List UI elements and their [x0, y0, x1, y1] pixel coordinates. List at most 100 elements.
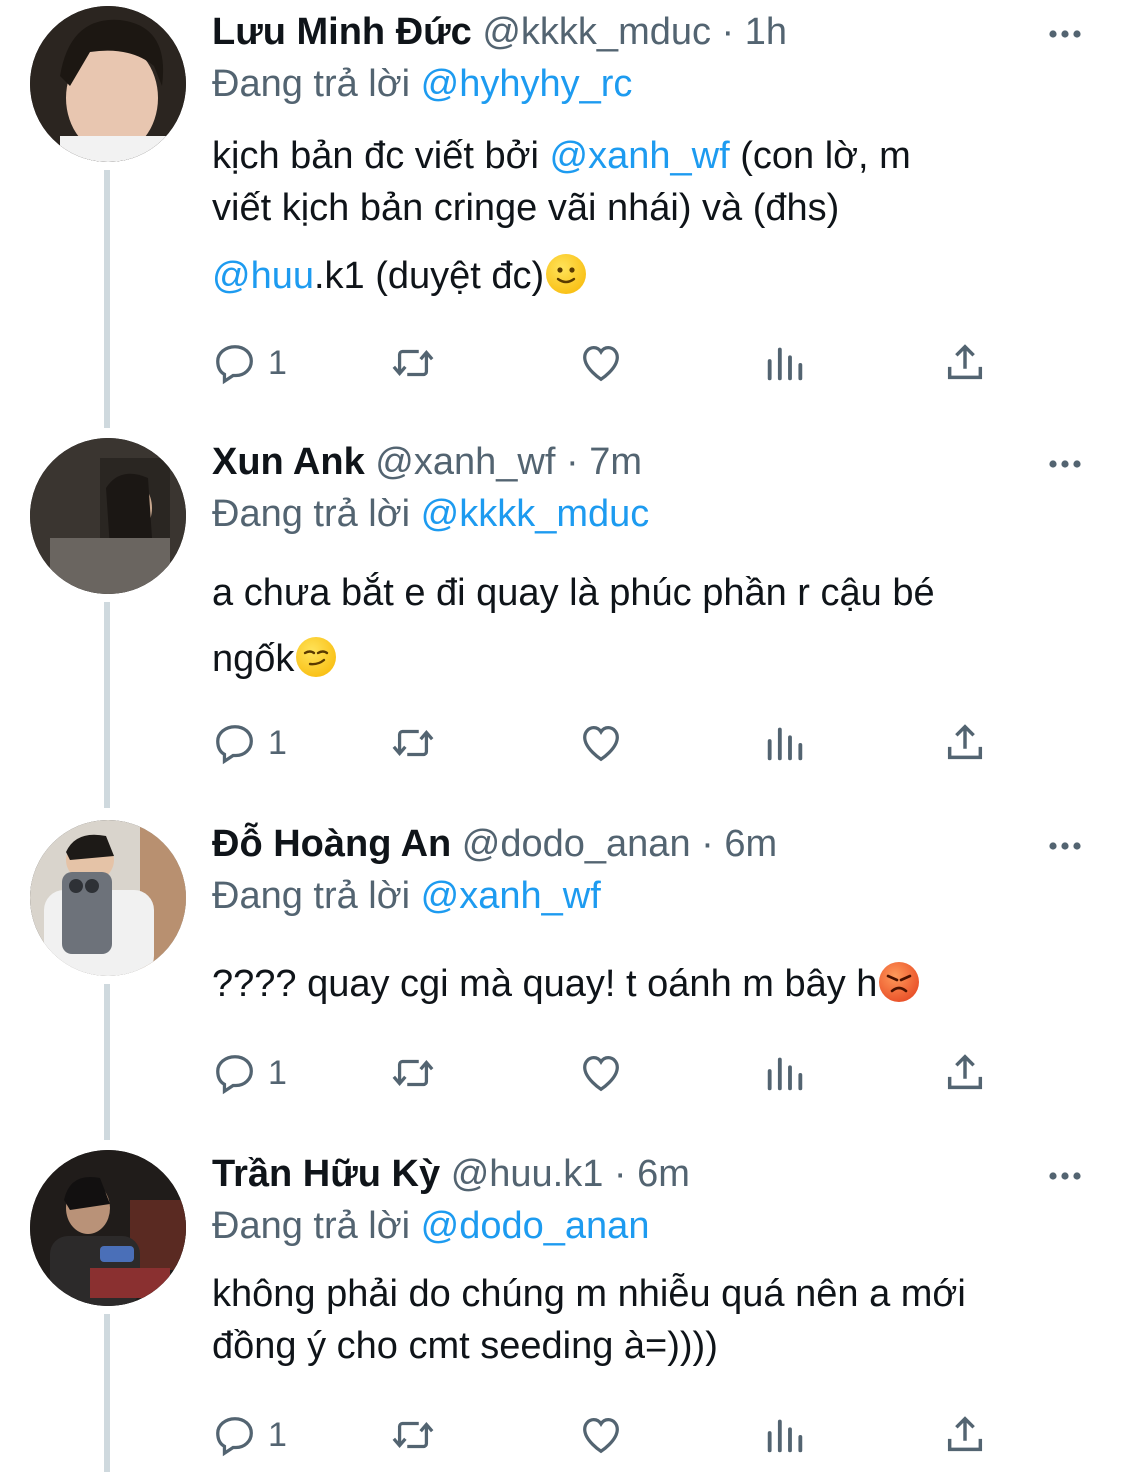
tweet[interactable]: Đỗ Hoàng An @dodo_anan · 6m Đang trả lời…	[0, 812, 1125, 1142]
retweet-button[interactable]	[390, 1410, 436, 1460]
mention-link[interactable]: @hyhyhy_rc	[421, 63, 633, 105]
tweet-actions: 1	[212, 1048, 1002, 1098]
reply-icon	[216, 725, 253, 765]
text-line: viết kịch bản cringe vãi nhái) và (đhs)	[212, 187, 840, 229]
handle[interactable]: @dodo_anan	[462, 823, 691, 865]
timestamp[interactable]: 6m	[724, 823, 777, 865]
display-name[interactable]: Đỗ Hoàng An	[212, 823, 451, 865]
replying-to-label: Đang trả lời	[212, 63, 421, 105]
share-button[interactable]	[942, 1410, 988, 1460]
more-icon[interactable]	[1045, 826, 1085, 866]
replying-to-label: Đang trả lời	[212, 875, 421, 917]
like-icon	[583, 1056, 619, 1092]
slightly-smiling-face-icon	[546, 254, 587, 294]
views-icon	[767, 347, 803, 381]
tweet[interactable]: Trần Hữu Kỳ @huu.k1 · 6m Đang trả lời @d…	[0, 1142, 1125, 1472]
views-icon	[767, 1057, 803, 1091]
like-icon	[583, 1418, 619, 1454]
share-icon	[947, 1416, 983, 1452]
retweet-button[interactable]	[390, 338, 436, 388]
retweet-icon	[392, 349, 434, 377]
timestamp[interactable]: 7m	[589, 441, 642, 483]
replying-to: Đang trả lời @xanh_wf	[212, 874, 601, 918]
text-segment: (con lờ, m	[729, 135, 911, 177]
mention-link[interactable]: @dodo_anan	[421, 1205, 650, 1247]
display-name[interactable]: Xun Ank	[212, 441, 365, 483]
like-button[interactable]	[578, 718, 624, 768]
handle[interactable]: @xanh_wf	[375, 441, 555, 483]
retweet-icon	[392, 1059, 434, 1087]
tweet-actions: 1	[212, 1410, 1002, 1460]
views-button[interactable]	[762, 1410, 808, 1460]
tweet-header: Lưu Minh Đức @kkkk_mduc · 1h	[212, 10, 1025, 54]
retweet-icon	[392, 1421, 434, 1449]
reply-count: 1	[268, 343, 287, 382]
views-button[interactable]	[762, 1048, 808, 1098]
share-button[interactable]	[942, 718, 988, 768]
views-icon	[767, 1419, 803, 1453]
share-button[interactable]	[942, 1048, 988, 1098]
text-segment: ???? quay cgi mà quay! t oánh m bây h	[212, 963, 878, 1005]
reply-button[interactable]: 1	[212, 1048, 287, 1098]
like-button[interactable]	[578, 1410, 624, 1460]
share-button[interactable]	[942, 338, 988, 388]
reply-icon	[216, 1055, 253, 1095]
tweet-header: Trần Hữu Kỳ @huu.k1 · 6m	[212, 1152, 1025, 1196]
text-segment: .k1 (duyệt đc)	[313, 255, 545, 297]
display-name[interactable]: Trần Hữu Kỳ	[212, 1153, 440, 1195]
views-icon	[767, 727, 803, 761]
retweet-button[interactable]	[390, 1048, 436, 1098]
handle[interactable]: @huu.k1	[451, 1153, 604, 1195]
separator: ·	[555, 441, 590, 483]
reply-button[interactable]: 1	[212, 1410, 287, 1460]
like-icon	[583, 726, 619, 762]
angry-face-icon	[879, 962, 920, 1002]
like-button[interactable]	[578, 338, 624, 388]
reply-count: 1	[268, 723, 287, 762]
handle[interactable]: @kkkk_mduc	[482, 11, 711, 53]
tweet-text: ???? quay cgi mà quay! t oánh m bây h	[212, 958, 1085, 1010]
reply-button[interactable]: 1	[212, 718, 287, 768]
more-icon[interactable]	[1045, 14, 1085, 54]
replying-to: Đang trả lời @hyhyhy_rc	[212, 62, 632, 106]
reply-button[interactable]: 1	[212, 338, 287, 388]
tweet-text: không phải do chúng m nhiễu quá nên a mớ…	[212, 1268, 1085, 1372]
reply-count: 1	[268, 1415, 287, 1454]
separator: ·	[603, 1153, 638, 1195]
tweet-actions: 1	[212, 338, 1002, 388]
separator: ·	[690, 823, 725, 865]
tweet-text: kịch bản đc viết bởi @xanh_wf (con lờ, m…	[212, 130, 1085, 302]
retweet-icon	[392, 729, 434, 757]
like-icon	[583, 346, 619, 382]
mention-link[interactable]: @xanh_wf	[550, 135, 730, 177]
timestamp[interactable]: 6m	[637, 1153, 690, 1195]
mention-link[interactable]: @huu	[212, 255, 314, 297]
mention-link[interactable]: @kkkk_mduc	[421, 493, 650, 535]
replying-to-label: Đang trả lời	[212, 1205, 421, 1247]
reply-icon	[216, 1417, 253, 1457]
more-icon[interactable]	[1045, 1156, 1085, 1196]
tweet-header: Đỗ Hoàng An @dodo_anan · 6m	[212, 822, 1025, 866]
timestamp[interactable]: 1h	[745, 11, 787, 53]
more-icon[interactable]	[1045, 444, 1085, 484]
tweet[interactable]: Xun Ank @xanh_wf · 7m Đang trả lời @kkkk…	[0, 430, 1125, 810]
avatar[interactable]	[30, 6, 186, 162]
display-name[interactable]: Lưu Minh Đức	[212, 11, 472, 53]
text-segment: ngốk	[212, 638, 295, 680]
like-button[interactable]	[578, 1048, 624, 1098]
text-line: a chưa bắt e đi quay là phúc phần r cậu …	[212, 572, 935, 614]
tweet[interactable]: Lưu Minh Đức @kkkk_mduc · 1h Đang trả lờ…	[0, 0, 1125, 420]
share-icon	[947, 724, 983, 760]
avatar[interactable]	[30, 1150, 186, 1306]
replying-to-label: Đang trả lời	[212, 493, 421, 535]
retweet-button[interactable]	[390, 718, 436, 768]
avatar[interactable]	[30, 438, 186, 594]
replying-to: Đang trả lời @dodo_anan	[212, 1204, 649, 1248]
views-button[interactable]	[762, 718, 808, 768]
mention-link[interactable]: @xanh_wf	[421, 875, 601, 917]
reply-count: 1	[268, 1053, 287, 1092]
text-line: không phải do chúng m nhiễu quá nên a mớ…	[212, 1273, 966, 1315]
reply-icon	[216, 345, 253, 385]
views-button[interactable]	[762, 338, 808, 388]
avatar[interactable]	[30, 820, 186, 976]
